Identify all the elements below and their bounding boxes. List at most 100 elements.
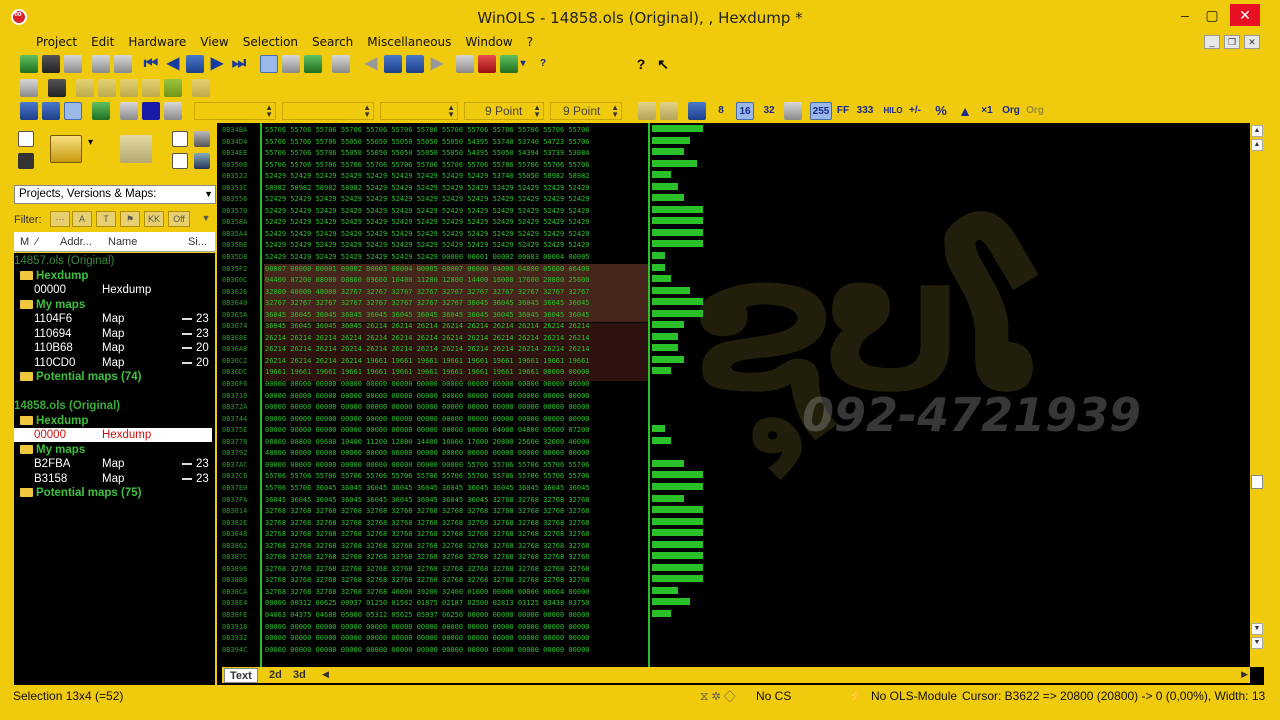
mdi-minimize-button[interactable]: _ [1204,35,1220,49]
menu-view[interactable]: View [193,33,235,52]
hex-row[interactable]: 00007 00000 00001 00002 00003 00004 0000… [265,264,590,276]
tree-row[interactable]: My maps [14,443,215,457]
original-button[interactable]: Org [1000,102,1022,120]
filter-kk-button[interactable]: KK [144,211,164,227]
hex-row[interactable]: 32768 32768 32768 32768 32768 32768 3276… [265,564,590,576]
hex-row[interactable]: 00000 00000 00000 00000 00000 00000 0000… [265,425,590,437]
last-icon[interactable]: ⏭ [230,55,248,73]
print-icon[interactable] [64,55,82,73]
forward-icon[interactable]: ▶ [428,55,446,73]
hex-row[interactable]: 00000 00000 00000 00000 00000 00000 0000… [265,391,590,403]
tree-row[interactable]: My maps [14,298,215,312]
minimize-button[interactable]: – [1170,4,1200,26]
open-folder-icon[interactable] [50,135,82,163]
hex-row[interactable]: 52429 52429 52429 52429 52429 52429 5242… [265,171,590,183]
hex-row[interactable]: 55706 55706 55706 55706 55706 55706 5570… [265,471,590,483]
tab-3d[interactable]: 3d [288,668,311,683]
vertical-scrollbar[interactable]: ▲ ▲ ▼ ▼ [1250,123,1264,667]
filter-a-button[interactable]: A [72,211,92,227]
hex-row[interactable]: 32768 32768 32768 32768 32768 32768 3276… [265,575,590,587]
hex-row[interactable]: 52429 52429 52429 52429 52429 52429 5242… [265,217,590,229]
back-icon[interactable]: ◀ [362,55,380,73]
tree-row[interactable]: 110B68 Map 20 [14,341,215,355]
mode-c-icon[interactable] [64,102,82,120]
map-red-icon[interactable] [478,55,496,73]
hex-row[interactable]: 36045 36045 36045 36045 26214 26214 2621… [265,321,590,333]
window-icon[interactable] [92,55,110,73]
hex-row[interactable]: 32000 40000 48000 32767 32767 32767 3276… [265,287,590,299]
hex-row[interactable]: 36045 36045 36045 36045 36045 36045 3604… [265,310,590,322]
hex-row[interactable]: 52429 52429 52429 52429 52429 52429 5242… [265,252,590,264]
tree-row[interactable]: 1104F6 Map 23 [14,312,215,326]
col-m-header[interactable]: M [20,236,29,248]
hex-row[interactable]: 00000 00000 00000 00000 00000 00000 0000… [265,379,590,391]
tools-panel-icon[interactable] [194,131,210,147]
grid-icon[interactable] [186,55,204,73]
float-icon[interactable] [784,102,802,120]
tree-row[interactable]: 110694 Map 23 [14,327,215,341]
original-diff-button[interactable]: Org [1024,102,1046,120]
close-button[interactable]: ✕ [1230,4,1260,26]
hex-row[interactable]: 52429 52429 52429 52429 52429 52429 5242… [265,240,590,252]
font-size-combo-1[interactable]: 9 Point ▲ ▼ [464,102,544,120]
hex-row[interactable]: 04063 04375 04688 05000 05312 05625 0593… [265,610,590,622]
combo-b[interactable]: ▲ ▼ [282,102,374,120]
hex-row[interactable]: 32768 32768 32768 32768 32768 32768 3276… [265,518,590,530]
menu-help[interactable]: ? [520,33,540,52]
hex-row[interactable]: 52429 52429 52429 52429 52429 52429 5242… [265,194,590,206]
tools-icon[interactable] [332,55,350,73]
tool-d-icon[interactable] [142,79,160,97]
filter-off-button[interactable]: Off [168,211,190,227]
tree-row[interactable] [14,385,215,399]
hex-row[interactable]: 32768 32768 32768 32768 32768 40000 3920… [265,587,590,599]
save-icon[interactable] [18,153,34,169]
tool-f-icon[interactable] [192,79,210,97]
sign-toggle-button[interactable]: +/- [906,102,924,120]
col-a-icon[interactable] [638,102,656,120]
pencil-icon[interactable] [48,79,66,97]
bits-16-button[interactable]: 16 [736,102,754,120]
tree-row[interactable]: B3158 Map 23 [14,472,215,486]
menu-edit[interactable]: Edit [84,33,121,52]
hex-row[interactable]: 08000 08800 09600 10400 11200 12800 1440… [265,437,590,449]
combo-c[interactable]: ▲ ▼ [380,102,458,120]
hilo-button[interactable]: HILO [882,102,904,120]
undo-icon[interactable] [20,79,38,97]
hex-row[interactable]: 26214 26214 26214 26214 19661 19661 1966… [265,356,590,368]
hex-row[interactable]: 19661 19661 19661 19661 19661 19661 1966… [265,367,590,379]
hex-row[interactable]: 00000 00312 00625 00937 01250 01562 0187… [265,598,590,610]
combo-a[interactable]: ▲ ▼ [194,102,276,120]
hex-row[interactable]: 32768 32768 32768 32768 32768 32768 3276… [265,506,590,518]
next-icon[interactable]: ▶ [208,55,226,73]
filter-dots-button[interactable]: ··· [50,211,70,227]
checksum-icon[interactable] [304,55,322,73]
menu-window[interactable]: Window [458,33,519,52]
percent-button[interactable]: % [932,102,950,120]
hex-row[interactable]: 55706 55706 55706 55706 55706 55706 5570… [265,160,590,172]
first-icon[interactable]: ⏮ [142,55,160,73]
project-view-select[interactable]: Projects, Versions & Maps: ▼ [14,185,216,204]
tree-row[interactable]: 14858.ols (Original) [14,399,215,413]
new-icon[interactable] [18,131,34,147]
tree-row[interactable]: 110CD0 Map 20 [14,356,215,370]
hex-row[interactable]: 00000 00000 00000 00000 00000 00000 0000… [265,622,590,634]
list-view-icon[interactable] [260,55,278,73]
hex-row[interactable]: 26214 26214 26214 26214 26214 26214 2621… [265,333,590,345]
scroll-down-icon[interactable]: ▼ [1251,623,1263,635]
scroll-left-icon[interactable]: ◀ [322,669,329,680]
hex-row[interactable]: 55706 55706 36045 36045 36045 36045 3604… [265,483,590,495]
maximize-button[interactable]: ▢ [1197,4,1227,26]
tab-text[interactable]: Text [224,668,258,683]
help-toolbar-icon[interactable]: ? [534,55,552,73]
factor-x1-button[interactable]: ×1 [978,102,996,120]
tree-row[interactable]: B2FBA Map 23 [14,457,215,471]
color-icon[interactable] [142,102,160,120]
search-down-icon[interactable] [406,55,424,73]
hex-row[interactable]: 32767 32767 32767 32767 32767 32767 3276… [265,298,590,310]
hex-row[interactable]: 55706 55706 55706 55050 55050 55050 5505… [265,148,590,160]
tree-row[interactable]: Potential maps (74) [14,370,215,384]
hex-row[interactable]: 32768 32768 32768 32768 32768 32768 3276… [265,541,590,553]
menu-project[interactable]: Project [12,33,84,52]
map-icon[interactable] [456,55,474,73]
hex-row[interactable]: 00000 00000 00000 00000 00000 00000 0000… [265,645,590,657]
